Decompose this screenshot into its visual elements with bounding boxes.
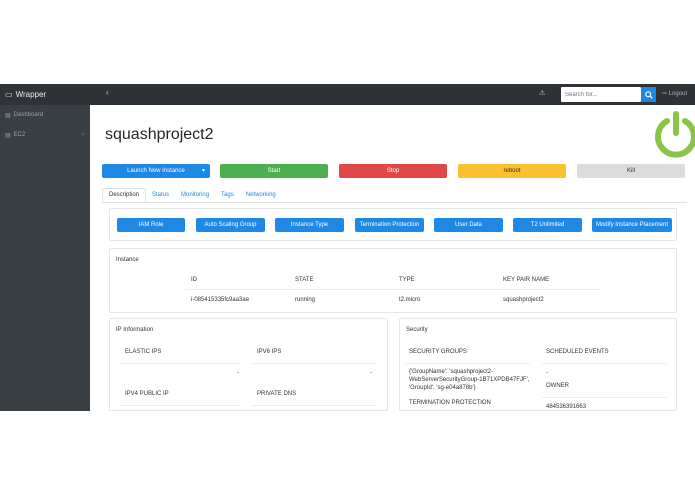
- sidebar-item-label: EC2: [13, 132, 26, 138]
- tab-tags[interactable]: Tags: [215, 188, 240, 202]
- scheduled-events-value: -: [546, 370, 548, 376]
- sidebar-item-label: Dashboard: [13, 112, 44, 118]
- reboot-button[interactable]: reboot: [458, 164, 566, 178]
- security-groups-line-1: {'GroupName': 'squashproject2-: [409, 369, 494, 375]
- ipv6-value: -: [370, 370, 372, 376]
- page-title: squashproject2: [105, 126, 214, 143]
- scheduled-events-label: SCHEDULED EVENTS: [546, 349, 609, 355]
- col-state: STATE: [295, 277, 314, 283]
- owner-label: OWNER: [546, 383, 569, 389]
- server-icon: ▤: [5, 132, 11, 139]
- search-icon: [644, 90, 653, 99]
- divider: [252, 363, 377, 364]
- tab-bar: Description Status Monitoring Tags Netwo…: [102, 188, 282, 202]
- launch-instance-button[interactable]: Launch New Instance ▼: [102, 164, 210, 178]
- logout-link[interactable]: ⇨ Logout: [662, 90, 687, 97]
- owner-value: 484536391663: [546, 404, 587, 410]
- divider: [120, 363, 240, 364]
- auto-scaling-group-button[interactable]: Auto Scaling Group: [196, 218, 265, 232]
- col-id: ID: [191, 277, 197, 283]
- tab-divider: [102, 202, 687, 203]
- col-type: TYPE: [399, 277, 415, 283]
- search-button[interactable]: [641, 87, 656, 102]
- bell-icon[interactable]: ⚠: [539, 89, 545, 97]
- sidebar-item-dashboard[interactable]: ▤ Dashboard: [0, 105, 90, 125]
- ip-information-card: IP Information ELASTIC IPS IPV6 IPS - - …: [109, 318, 388, 411]
- instance-header: Instance: [116, 257, 139, 263]
- launch-label: Launch New Instance: [127, 168, 185, 174]
- app-window: ▭ Wrapper ▤ Dashboard ▤ EC2 ‹ ‹ ⚠ ⇨ Logo…: [0, 84, 695, 411]
- divider: [542, 363, 667, 364]
- divider: [120, 405, 240, 406]
- private-dns-label: PRIVATE DNS: [257, 391, 297, 397]
- divider: [252, 405, 377, 406]
- security-groups-line-3: 'GroupId': 'sg-e04a878b'}: [409, 385, 476, 391]
- ipv4-public-label: IPV4 PUBLIC IP: [125, 391, 169, 397]
- instance-type-button[interactable]: Instance Type: [275, 218, 344, 232]
- brand-icon: ▭: [5, 90, 13, 99]
- dashboard-icon: ▤: [5, 112, 11, 119]
- modify-placement-button[interactable]: Modify Instance Placement: [592, 218, 672, 232]
- search-input[interactable]: [561, 87, 641, 102]
- start-button[interactable]: Start: [220, 164, 328, 178]
- elastic-ips-label: ELASTIC IPS: [125, 349, 162, 355]
- brand[interactable]: ▭ Wrapper: [0, 84, 90, 105]
- col-key-pair: KEY PAIR NAME: [503, 277, 550, 283]
- stop-button[interactable]: Stop: [339, 164, 447, 178]
- main-content: squashproject2 Launch New Instance ▼ Sta…: [90, 105, 695, 411]
- divider: [405, 363, 530, 364]
- tab-networking[interactable]: Networking: [240, 188, 282, 202]
- sidebar: ▭ Wrapper ▤ Dashboard ▤ EC2 ‹: [0, 84, 90, 411]
- caret-down-icon: ▼: [201, 168, 206, 174]
- power-logo-icon: [655, 111, 695, 158]
- instance-type: t2.micro: [399, 297, 421, 303]
- divider: [185, 289, 600, 290]
- security-groups-label: SECURITY GROUPS: [409, 349, 467, 355]
- kill-button[interactable]: Kill: [577, 164, 685, 178]
- chevron-icon: ‹: [82, 132, 84, 138]
- security-groups-line-2: WebServerSecurityGroup-1B71XPDB47FJF',: [409, 377, 530, 383]
- logout-icon: ⇨: [662, 91, 668, 97]
- ipv6-label: IPV6 IPS: [257, 349, 282, 355]
- termination-protection-label: TERMINATION PROTECTION: [409, 400, 491, 406]
- security-card: Security SECURITY GROUPS SCHEDULED EVENT…: [399, 318, 677, 411]
- logout-label: Logout: [668, 91, 688, 97]
- elastic-ips-value: -: [237, 370, 239, 376]
- actions-card: IAM Role Auto Scaling Group Instance Typ…: [109, 208, 677, 241]
- instance-id: i-085415335fc9aa3ae: [191, 297, 250, 303]
- user-data-button[interactable]: User Data: [434, 218, 503, 232]
- sidebar-toggle-icon[interactable]: ‹: [106, 88, 109, 97]
- ip-header: IP Information: [116, 327, 154, 333]
- tab-status[interactable]: Status: [146, 188, 175, 202]
- key-pair-name: squashproject2: [503, 297, 544, 303]
- sidebar-item-ec2[interactable]: ▤ EC2 ‹: [0, 125, 90, 145]
- iam-role-button[interactable]: IAM Role: [117, 218, 185, 232]
- divider: [542, 397, 667, 398]
- instance-state: running: [295, 297, 316, 303]
- tab-monitoring[interactable]: Monitoring: [175, 188, 215, 202]
- instance-card: Instance ID STATE TYPE KEY PAIR NAME i-0…: [109, 248, 677, 313]
- topbar: ‹ ⚠ ⇨ Logout: [90, 84, 695, 105]
- security-header: Security: [406, 327, 428, 333]
- tab-description[interactable]: Description: [102, 188, 147, 202]
- brand-label: Wrapper: [15, 90, 47, 99]
- t2-unlimited-button[interactable]: T2 Unlimited: [513, 218, 582, 232]
- termination-protection-button[interactable]: Termination Protection: [355, 218, 424, 232]
